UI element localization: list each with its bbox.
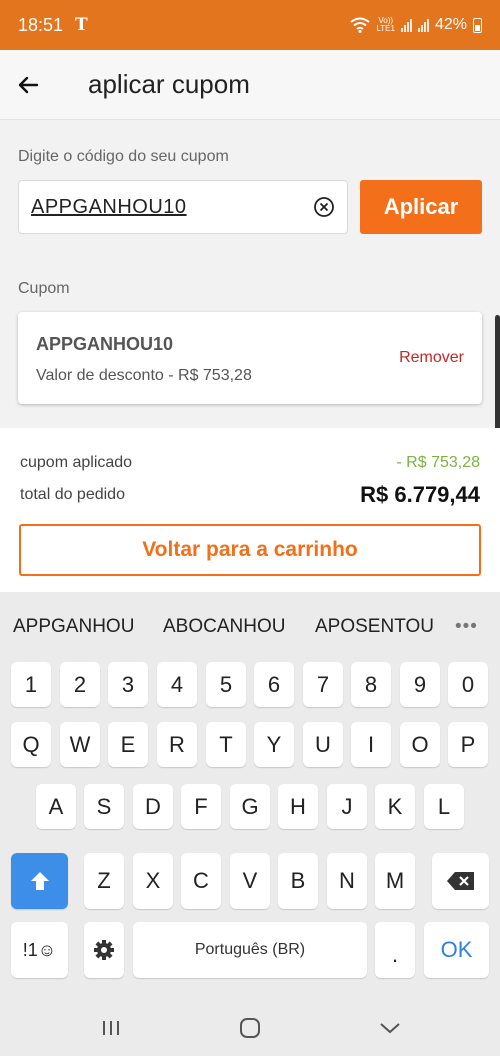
key-g[interactable]: G	[230, 784, 270, 829]
key-u[interactable]: U	[303, 722, 343, 767]
app-bar: aplicar cupom	[0, 50, 500, 120]
key-d[interactable]: D	[133, 784, 173, 829]
suggestion-item[interactable]: APOSENTOU	[315, 616, 434, 638]
coupon-code-value: APPGANHOU10	[31, 195, 187, 218]
shift-key[interactable]	[11, 853, 68, 909]
gear-icon	[94, 940, 114, 960]
backspace-icon	[446, 872, 474, 890]
key-1[interactable]: 1	[11, 662, 51, 707]
key-s[interactable]: S	[84, 784, 124, 829]
key-a[interactable]: A	[36, 784, 76, 829]
order-summary: cupom aplicado - R$ 753,28 total do pedi…	[0, 428, 500, 592]
order-total-value: R$ 6.779,44	[360, 482, 480, 507]
ok-key[interactable]: OK	[424, 922, 489, 978]
key-z[interactable]: Z	[84, 853, 124, 909]
status-bar: 18:51 T Vo)) LTE1 42%	[0, 0, 500, 50]
back-button[interactable]	[2, 59, 54, 111]
key-y[interactable]: Y	[254, 722, 294, 767]
key-6[interactable]: 6	[254, 662, 294, 707]
suggestion-item[interactable]: ABOCANHOU	[163, 616, 285, 638]
key-k[interactable]: K	[375, 784, 415, 829]
system-nav-bar	[0, 1000, 500, 1056]
key-9[interactable]: 9	[400, 662, 440, 707]
key-7[interactable]: 7	[303, 662, 343, 707]
key-3[interactable]: 3	[108, 662, 148, 707]
volte-bottom: LTE1	[376, 24, 395, 33]
applied-coupon-label: cupom aplicado	[20, 454, 133, 471]
key-m[interactable]: M	[375, 853, 415, 909]
space-key[interactable]: Português (BR)	[133, 922, 367, 978]
soft-keyboard: APPGANHOU ABOCANHOU APOSENTOU ••• 1 2 3 …	[0, 592, 500, 1000]
key-8[interactable]: 8	[351, 662, 391, 707]
discount-value: - R$ 753,28	[396, 454, 480, 471]
coupon-section-label: Cupom	[18, 280, 70, 297]
remove-coupon-button[interactable]: Remover	[399, 349, 464, 367]
suggestion-bar: APPGANHOU ABOCANHOU APOSENTOU •••	[0, 592, 500, 662]
clear-input-button[interactable]	[313, 196, 335, 218]
coupon-input-label: Digite o código do seu cupom	[18, 148, 229, 165]
key-f[interactable]: F	[181, 784, 221, 829]
key-n[interactable]: N	[327, 853, 367, 909]
applied-coupon-code: APPGANHOU10	[36, 334, 174, 354]
key-0[interactable]: 0	[448, 662, 488, 707]
key-w[interactable]: W	[60, 722, 100, 767]
recent-apps-button[interactable]	[99, 1016, 123, 1040]
applied-coupon-description: Valor de desconto - R$ 753,28	[36, 367, 252, 384]
symbols-key[interactable]: !1☺	[11, 922, 68, 978]
home-icon	[240, 1018, 260, 1038]
chevron-down-icon	[380, 1023, 400, 1034]
page-title: aplicar cupom	[88, 69, 250, 99]
clear-circle-icon	[314, 197, 334, 217]
backspace-key[interactable]	[432, 853, 489, 909]
settings-key[interactable]	[84, 922, 124, 978]
battery-percent: 42%	[434, 16, 467, 33]
key-4[interactable]: 4	[157, 662, 197, 707]
key-i[interactable]: I	[351, 722, 391, 767]
signal-1-icon	[400, 18, 412, 32]
order-total-label: total do pedido	[20, 486, 125, 503]
key-l[interactable]: L	[424, 784, 464, 829]
key-r[interactable]: R	[157, 722, 197, 767]
status-time: 18:51	[18, 14, 64, 35]
battery-icon	[473, 17, 482, 33]
key-t[interactable]: T	[206, 722, 246, 767]
key-v[interactable]: V	[230, 853, 270, 909]
coupon-code-input[interactable]: APPGANHOU10	[18, 180, 348, 234]
key-c[interactable]: C	[181, 853, 221, 909]
key-b[interactable]: B	[278, 853, 318, 909]
status-right: Vo)) LTE1 42%	[350, 16, 482, 34]
volte-icon: Vo)) LTE1	[376, 17, 395, 33]
back-nav-button[interactable]	[378, 1016, 402, 1040]
shift-arrow-icon	[30, 872, 49, 890]
key-p[interactable]: P	[448, 722, 488, 767]
wifi-icon	[350, 17, 371, 33]
key-5[interactable]: 5	[206, 662, 246, 707]
applied-coupon-card: APPGANHOU10 Valor de desconto - R$ 753,2…	[18, 312, 482, 404]
key-2[interactable]: 2	[60, 662, 100, 707]
carrier-icon: T	[75, 15, 88, 35]
home-button[interactable]	[238, 1016, 262, 1040]
more-suggestions-button[interactable]: •••	[455, 616, 478, 638]
back-to-cart-button[interactable]: Voltar para a carrinho	[19, 524, 481, 576]
key-x[interactable]: X	[133, 853, 173, 909]
apply-coupon-button[interactable]: Aplicar	[360, 180, 482, 234]
signal-2-icon	[417, 18, 429, 32]
key-h[interactable]: H	[278, 784, 318, 829]
key-q[interactable]: Q	[11, 722, 51, 767]
key-o[interactable]: O	[400, 722, 440, 767]
key-j[interactable]: J	[327, 784, 367, 829]
arrow-back-icon	[18, 76, 39, 93]
suggestion-item[interactable]: APPGANHOU	[13, 616, 134, 638]
period-key[interactable]: .	[375, 922, 415, 978]
key-e[interactable]: E	[108, 722, 148, 767]
recents-icon	[103, 1021, 119, 1035]
